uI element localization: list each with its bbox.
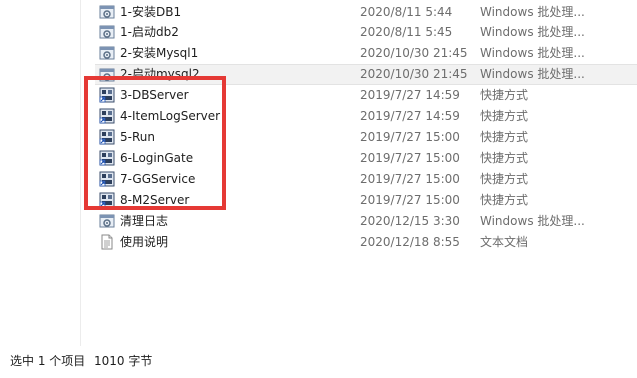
file-name: 2-安装Mysql1 bbox=[120, 46, 199, 60]
file-type: 快捷方式 bbox=[480, 88, 529, 102]
file-row[interactable]: 使用说明 2020/12/18 8:55 文本文档 bbox=[95, 232, 637, 252]
file-explorer-window: 1-安装DB1 2020/8/11 5:44 Windows 批处理... 1-… bbox=[0, 0, 637, 378]
shortcut-icon bbox=[99, 171, 115, 187]
file-name: 清理日志 bbox=[120, 214, 169, 228]
batch-file-icon bbox=[99, 24, 115, 40]
file-date: 2019/7/27 14:59 bbox=[360, 109, 460, 123]
file-row[interactable]: 1-启动db2 2020/8/11 5:45 Windows 批处理... bbox=[95, 22, 637, 42]
file-name: 1-安装DB1 bbox=[120, 5, 182, 19]
batch-file-icon bbox=[99, 45, 115, 61]
shortcut-icon bbox=[99, 108, 115, 124]
file-name: 3-DBServer bbox=[120, 88, 189, 102]
file-row[interactable]: 3-DBServer 2019/7/27 14:59 快捷方式 bbox=[95, 85, 637, 105]
batch-file-icon bbox=[99, 213, 115, 229]
batch-file-icon bbox=[99, 67, 115, 83]
file-type: 快捷方式 bbox=[480, 109, 529, 123]
file-date: 2019/7/27 15:00 bbox=[360, 151, 460, 165]
file-type: Windows 批处理... bbox=[480, 46, 585, 60]
file-name: 8-M2Server bbox=[120, 193, 190, 207]
navigation-pane[interactable] bbox=[0, 0, 81, 346]
file-date: 2020/8/11 5:45 bbox=[360, 25, 453, 39]
file-date: 2019/7/27 14:59 bbox=[360, 88, 460, 102]
file-type: Windows 批处理... bbox=[480, 25, 585, 39]
file-type: 快捷方式 bbox=[480, 151, 529, 165]
file-type: 快捷方式 bbox=[480, 130, 529, 144]
file-date: 2020/10/30 21:45 bbox=[360, 67, 468, 81]
file-list: 1-安装DB1 2020/8/11 5:44 Windows 批处理... 1-… bbox=[81, 0, 637, 346]
status-selected-size: 1010 字节 bbox=[94, 354, 153, 368]
file-name: 5-Run bbox=[120, 130, 155, 144]
status-selected-count: 选中 1 个项目 bbox=[10, 354, 86, 368]
file-type: 快捷方式 bbox=[480, 193, 529, 207]
file-row[interactable]: 7-GGService 2019/7/27 15:00 快捷方式 bbox=[95, 169, 637, 189]
shortcut-icon bbox=[99, 87, 115, 103]
file-row-selected[interactable]: 2-启动mysql2 2020/10/30 21:45 Windows 批处理.… bbox=[95, 64, 637, 85]
file-date: 2020/10/30 21:45 bbox=[360, 46, 468, 60]
file-row[interactable]: 8-M2Server 2019/7/27 15:00 快捷方式 bbox=[95, 190, 637, 210]
file-type: Windows 批处理... bbox=[480, 67, 585, 81]
file-name: 4-ItemLogServer bbox=[120, 109, 221, 123]
file-name: 使用说明 bbox=[120, 235, 169, 249]
status-bar: 选中 1 个项目 1010 字节 bbox=[0, 346, 637, 378]
file-date: 2019/7/27 15:00 bbox=[360, 172, 460, 186]
file-type: Windows 批处理... bbox=[480, 214, 585, 228]
file-row[interactable]: 5-Run 2019/7/27 15:00 快捷方式 bbox=[95, 127, 637, 147]
file-date: 2019/7/27 15:00 bbox=[360, 130, 460, 144]
file-date: 2020/8/11 5:44 bbox=[360, 5, 453, 19]
shortcut-icon bbox=[99, 150, 115, 166]
text-document-icon bbox=[99, 234, 115, 250]
batch-file-icon bbox=[99, 4, 115, 20]
shortcut-icon bbox=[99, 192, 115, 208]
shortcut-icon bbox=[99, 129, 115, 145]
file-row[interactable]: 1-安装DB1 2020/8/11 5:44 Windows 批处理... bbox=[95, 2, 637, 22]
file-date: 2020/12/15 3:30 bbox=[360, 214, 460, 228]
file-name: 1-启动db2 bbox=[120, 25, 179, 39]
file-date: 2019/7/27 15:00 bbox=[360, 193, 460, 207]
file-name: 6-LoginGate bbox=[120, 151, 194, 165]
file-row[interactable]: 6-LoginGate 2019/7/27 15:00 快捷方式 bbox=[95, 148, 637, 168]
file-name: 7-GGService bbox=[120, 172, 196, 186]
file-type: 文本文档 bbox=[480, 235, 529, 249]
file-date: 2020/12/18 8:55 bbox=[360, 235, 460, 249]
file-row[interactable]: 2-安装Mysql1 2020/10/30 21:45 Windows 批处理.… bbox=[95, 43, 637, 63]
file-name: 2-启动mysql2 bbox=[120, 67, 200, 81]
file-type: Windows 批处理... bbox=[480, 5, 585, 19]
file-type: 快捷方式 bbox=[480, 172, 529, 186]
file-row[interactable]: 4-ItemLogServer 2019/7/27 14:59 快捷方式 bbox=[95, 106, 637, 126]
file-row[interactable]: 清理日志 2020/12/15 3:30 Windows 批处理... bbox=[95, 211, 637, 231]
